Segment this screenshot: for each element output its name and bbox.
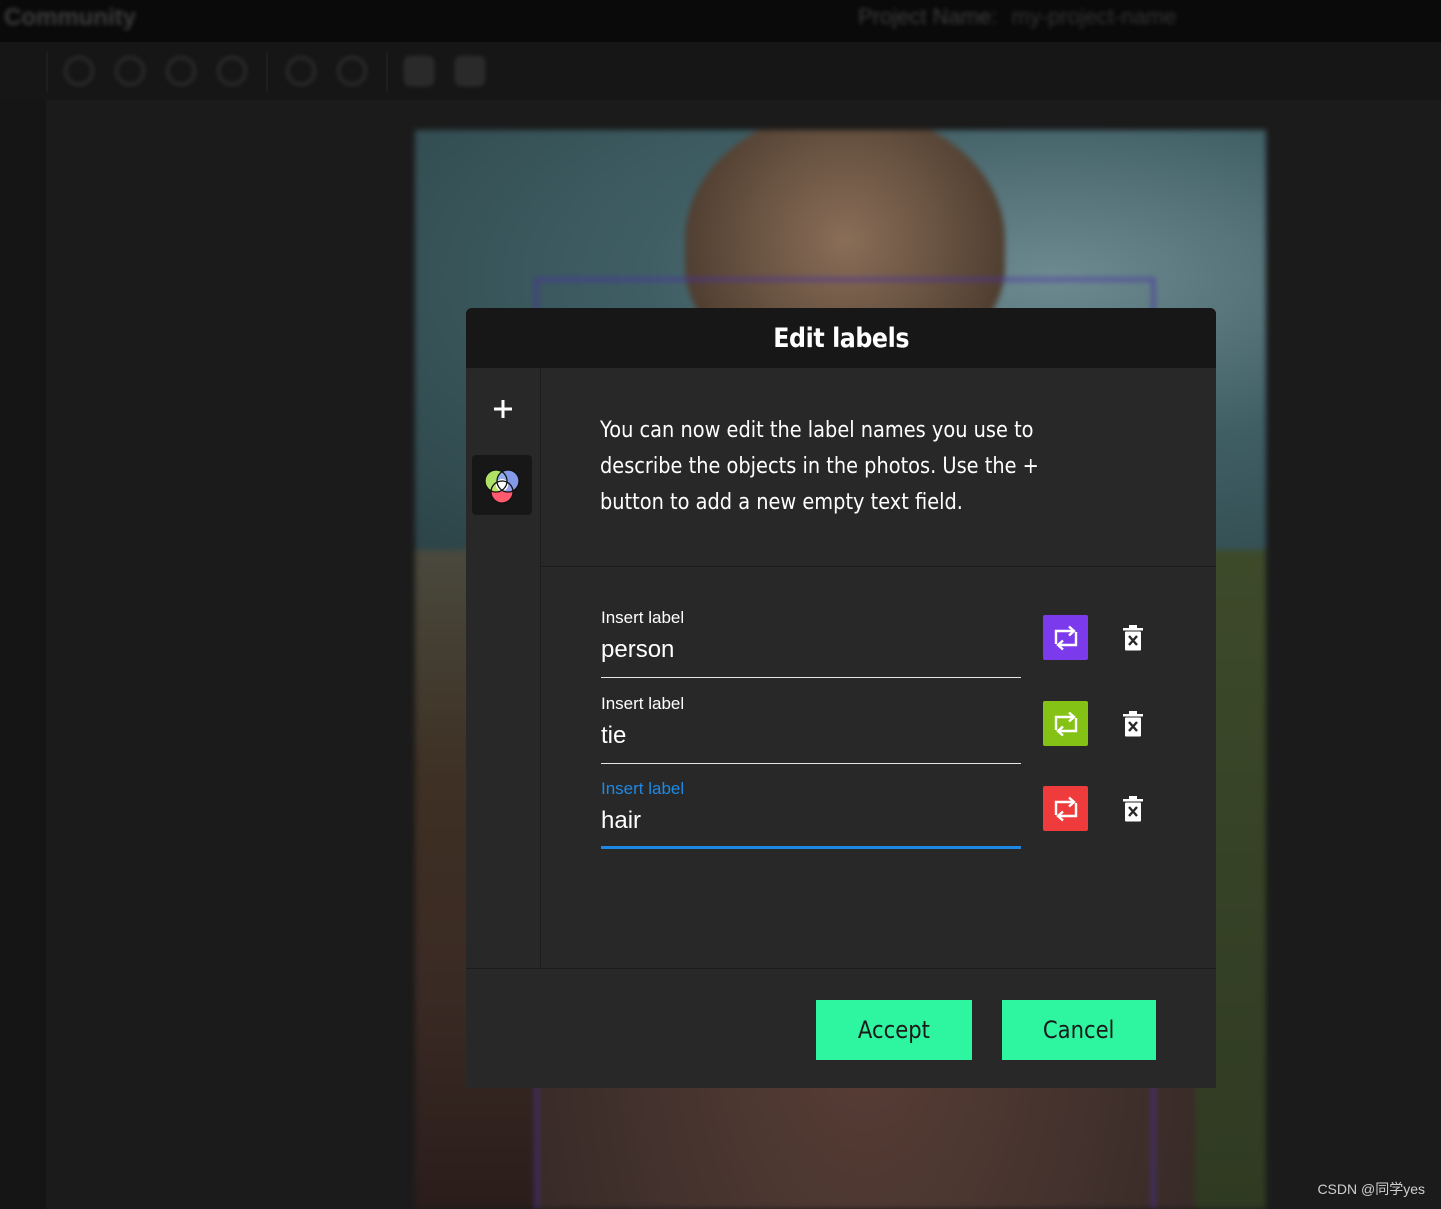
hand-icon[interactable] [286, 56, 316, 86]
change-color-button[interactable] [1043, 615, 1088, 660]
label-list: Insert label person Insert label tie Ins… [541, 568, 1216, 968]
delete-icon [1123, 711, 1143, 737]
zoom-out-icon[interactable] [115, 56, 145, 86]
delete-icon [1123, 625, 1143, 651]
change-color-button[interactable] [1043, 701, 1088, 746]
add-label-button[interactable] [488, 394, 518, 424]
cancel-button[interactable]: Cancel [1002, 1000, 1156, 1060]
modal-header: Edit labels [466, 308, 1216, 368]
delete-label-button[interactable] [1119, 709, 1147, 739]
palette-button[interactable] [472, 455, 532, 515]
accept-button[interactable]: Accept [816, 1000, 972, 1060]
cancel-button-label: Cancel [1043, 1016, 1115, 1044]
cycle-color-icon [1054, 711, 1077, 736]
change-color-button[interactable] [1043, 786, 1088, 831]
top-bar: Community Project Name: my-project-name [0, 0, 1441, 42]
accept-button-label: Accept [858, 1016, 930, 1044]
toolbar-divider [46, 52, 48, 92]
project-name-label: Project Name: [858, 4, 998, 29]
label-row: Insert label [601, 769, 1161, 849]
project-name-area: Project Name: my-project-name [858, 4, 1176, 30]
prev-image-icon[interactable] [404, 56, 434, 86]
zoom-in-icon[interactable] [64, 56, 94, 86]
project-name-input[interactable]: my-project-name [1011, 4, 1176, 29]
crosshair-icon[interactable] [337, 56, 367, 86]
label-input[interactable] [601, 805, 1021, 837]
palette-icon [484, 469, 520, 504]
modal-footer: Accept Cancel [466, 968, 1216, 1088]
cycle-color-icon [1054, 796, 1077, 821]
plus-icon [494, 400, 512, 418]
label-input[interactable] [601, 634, 1021, 666]
toolbar-divider [266, 52, 268, 92]
next-image-icon[interactable] [455, 56, 485, 86]
editor-toolbar [0, 42, 1441, 100]
label-row: Insert label [601, 684, 1161, 764]
watermark: CSDN @同学yes [1317, 1181, 1425, 1197]
delete-label-button[interactable] [1119, 623, 1147, 653]
toolbar-divider [386, 52, 388, 92]
modal-description: You can now edit the label names you use… [541, 368, 1216, 567]
label-field-caption: Insert label [601, 608, 685, 627]
description-text: You can now edit the label names you use… [600, 418, 1039, 515]
left-sidebar [0, 100, 46, 1209]
delete-icon [1123, 796, 1143, 822]
label-field: Insert label [601, 684, 1021, 764]
modal-sidebar [466, 368, 541, 968]
label-field: Insert label [601, 598, 1021, 678]
label-field: Insert label [601, 769, 1021, 849]
zoom-fit-icon[interactable] [166, 56, 196, 86]
cycle-color-icon [1054, 625, 1077, 650]
label-field-caption: Insert label [601, 694, 685, 713]
zoom-max-icon[interactable] [217, 56, 247, 86]
modal-title: Edit labels [773, 322, 909, 354]
label-field-caption: Insert label [601, 779, 685, 798]
label-row: Insert label [601, 598, 1161, 678]
brand-logo: Community [4, 4, 136, 31]
label-input[interactable] [601, 720, 1021, 752]
edit-labels-modal: Edit labels You can now edit the label n… [466, 308, 1216, 1088]
delete-label-button[interactable] [1119, 794, 1147, 824]
